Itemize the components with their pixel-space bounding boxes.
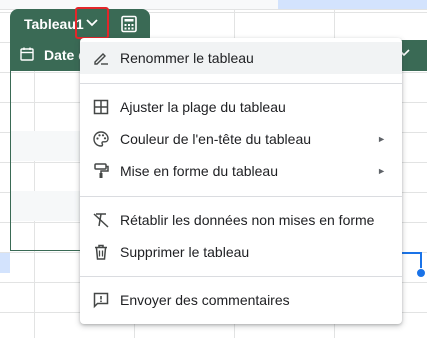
selected-row-number[interactable] [0,253,10,273]
menu-item-label: Couleur de l'en-tête du tableau [120,131,312,147]
selected-column-header[interactable] [278,0,427,9]
menu-divider [80,276,402,277]
menu-item-label: Mise en forme du tableau [120,163,278,179]
menu-item-restore-unformatted[interactable]: Rétablir les données non mises en forme [80,204,402,236]
menu-item-send-feedback[interactable]: Envoyer des commentaires [80,284,402,316]
table-body[interactable] [10,71,80,251]
menu-item-header-color[interactable]: Couleur de l'en-tête du tableau ► [80,123,402,155]
clear-format-icon [92,211,110,229]
menu-item-label: Rétablir les données non mises en forme [120,212,375,228]
menu-item-table-format[interactable]: Mise en forme du tableau ► [80,155,402,187]
paint-format-icon [92,162,110,180]
calculator-icon [121,15,137,33]
fill-handle[interactable] [416,268,426,278]
rename-pencil-icon [92,49,110,67]
menu-item-label: Supprimer le tableau [120,244,250,260]
chevron-down-icon [86,19,98,27]
table-band-row [11,191,80,221]
grid-range-icon [92,98,110,116]
menu-item-adjust-range[interactable]: Ajuster la plage du tableau [80,91,402,123]
menu-item-label: Ajuster la plage du tableau [120,99,286,115]
feedback-icon [92,291,110,309]
menu-item-label: Envoyer des commentaires [120,292,290,308]
menu-item-delete-table[interactable]: Supprimer le tableau [80,236,402,268]
menu-divider [80,83,402,84]
trash-icon [92,243,110,261]
table-calculator-button[interactable] [118,13,140,35]
palette-icon [92,130,110,148]
table-context-menu: Renommer le tableau Ajuster la plage du … [80,38,402,324]
submenu-arrow-icon: ► [377,134,386,144]
menu-item-rename-table[interactable]: Renommer le tableau [80,42,402,74]
menu-divider [80,196,402,197]
menu-item-label: Renommer le tableau [120,50,254,66]
calendar-icon [20,47,34,61]
table-dropdown-button[interactable] [75,7,109,39]
table-band-row [11,131,80,161]
submenu-arrow-icon: ► [377,166,386,176]
